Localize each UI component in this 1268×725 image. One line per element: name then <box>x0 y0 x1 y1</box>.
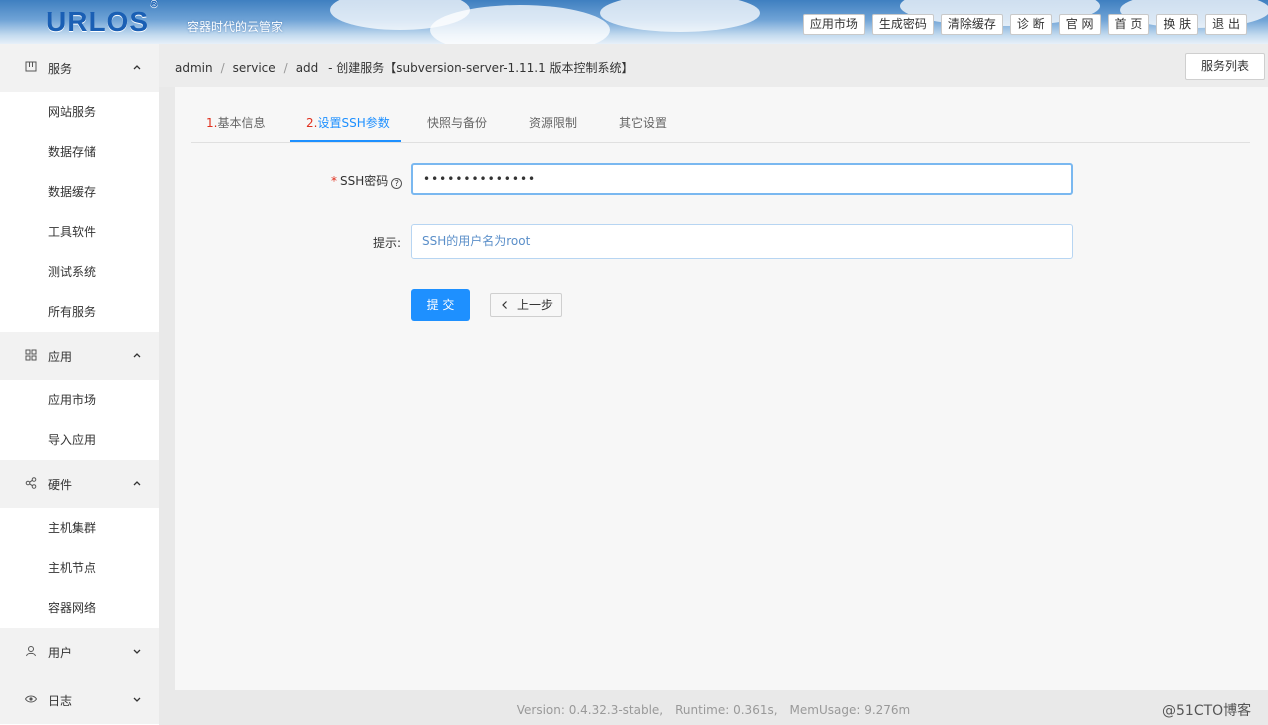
tab-snapshot-backup[interactable]: 快照与备份 <box>427 114 487 131</box>
header-toolbar: 应用市场 生成密码 清除缓存 诊 断 官 网 首 页 换 肤 退 出 <box>796 14 1247 35</box>
help-icon[interactable]: ? <box>391 178 403 189</box>
footer: Version: 0.4.32.3-stable, Runtime: 0.361s… <box>159 703 1268 717</box>
sidebar-group-label: 服务 <box>48 62 73 76</box>
previous-step-label: 上一步 <box>517 298 554 312</box>
tab-ssh-settings[interactable]: 2.设置SSH参数 <box>306 114 390 131</box>
chevron-up-icon <box>133 353 141 358</box>
app-logo[interactable]: URLOS® <box>46 0 158 38</box>
breadcrumb-separator: / <box>220 61 225 75</box>
hint-label: 提示: <box>373 236 402 250</box>
change-skin-button[interactable]: 换 肤 <box>1156 14 1199 35</box>
apps-icon <box>25 349 37 361</box>
chevron-up-icon <box>133 481 141 486</box>
submit-button[interactable]: 提 交 <box>411 289 470 321</box>
sidebar-item-data-cache[interactable]: 数据缓存 <box>0 172 159 212</box>
sidebar-item-container-network[interactable]: 容器网络 <box>0 588 159 628</box>
tab-label: 设置SSH参数 <box>317 116 390 130</box>
logout-button[interactable]: 退 出 <box>1205 14 1247 35</box>
tab-step-number: 1. <box>206 116 218 130</box>
chevron-left-icon <box>502 301 507 309</box>
footer-runtime: Runtime: 0.361s, <box>675 703 778 717</box>
main-panel: 1.基本信息 2.设置SSH参数 快照与备份 资源限制 其它设置 * SSH密码?… <box>175 87 1268 690</box>
ssh-password-input[interactable]: •••••••••••••• <box>411 163 1073 195</box>
chevron-down-icon <box>133 697 141 702</box>
chevron-down-icon <box>133 649 141 654</box>
service-list-button[interactable]: 服务列表 <box>1185 53 1265 80</box>
sidebar-item-all-services[interactable]: 所有服务 <box>0 292 159 332</box>
ssh-password-label-text: SSH密码 <box>340 174 389 188</box>
tab-resource-limits[interactable]: 资源限制 <box>529 114 577 131</box>
cloud-decoration <box>600 0 760 32</box>
breadcrumb-item-service[interactable]: service <box>233 61 276 75</box>
footer-memusage: MemUsage: 9.276m <box>789 703 911 717</box>
tab-step-number: 2. <box>306 116 318 130</box>
app-market-button[interactable]: 应用市场 <box>802 14 865 35</box>
sidebar-group-label: 应用 <box>48 350 73 364</box>
sidebar: 服务 网站服务 数据存储 数据缓存 工具软件 测试系统 所有服务 应用 应用市场… <box>0 44 159 725</box>
clear-cache-button[interactable]: 清除缓存 <box>940 14 1003 35</box>
ssh-password-label: * SSH密码? <box>331 172 403 189</box>
user-icon <box>26 646 36 657</box>
sidebar-item-test-system[interactable]: 测试系统 <box>0 252 159 292</box>
sidebar-item-data-storage[interactable]: 数据存储 <box>0 132 159 172</box>
grid-icon <box>25 61 37 72</box>
sidebar-group-logs[interactable]: 日志 <box>0 676 159 724</box>
eye-icon <box>25 695 37 703</box>
page-title: - 创建服务【subversion-server-1.11.1 版本控制系统】 <box>328 61 634 75</box>
sidebar-group-label: 用户 <box>48 646 73 660</box>
diagnose-button[interactable]: 诊 断 <box>1009 14 1052 35</box>
hint-field: SSH的用户名为root <box>411 224 1073 259</box>
sidebar-item-app-market[interactable]: 应用市场 <box>0 380 159 420</box>
required-mark: * <box>331 174 337 188</box>
step-tabs: 1.基本信息 2.设置SSH参数 快照与备份 资源限制 其它设置 <box>191 87 1250 143</box>
sidebar-item-tool-software[interactable]: 工具软件 <box>0 212 159 252</box>
sidebar-item-website-service[interactable]: 网站服务 <box>0 92 159 132</box>
official-site-button[interactable]: 官 网 <box>1058 14 1101 35</box>
share-icon <box>25 477 37 489</box>
breadcrumb-bar: admin / service / add - 创建服务【subversion-serv… <box>159 44 1268 87</box>
chevron-up-icon <box>133 65 141 70</box>
sidebar-item-host-cluster[interactable]: 主机集群 <box>0 508 159 548</box>
breadcrumb: admin / service / add - 创建服务【subversion-serv… <box>175 59 634 76</box>
sidebar-item-host-node[interactable]: 主机节点 <box>0 548 159 588</box>
sidebar-group-services[interactable]: 服务 <box>0 44 159 92</box>
generate-password-button[interactable]: 生成密码 <box>871 14 934 35</box>
sidebar-item-import-app[interactable]: 导入应用 <box>0 420 159 460</box>
tab-basic-info[interactable]: 1.基本信息 <box>206 114 265 131</box>
tab-other-settings[interactable]: 其它设置 <box>619 114 667 131</box>
watermark: @51CTO博客 <box>1162 703 1252 719</box>
app-header: URLOS® 容器时代的云管家 应用市场 生成密码 清除缓存 诊 断 官 网 首… <box>0 0 1268 44</box>
sidebar-group-apps[interactable]: 应用 <box>0 332 159 380</box>
sidebar-group-label: 硬件 <box>48 478 73 492</box>
breadcrumb-separator: / <box>283 61 288 75</box>
sidebar-group-label: 日志 <box>48 694 73 708</box>
sidebar-group-users[interactable]: 用户 <box>0 628 159 676</box>
previous-step-button[interactable]: 上一步 <box>490 293 562 317</box>
app-slogan: 容器时代的云管家 <box>187 20 284 34</box>
breadcrumb-item-add: add <box>295 61 319 75</box>
sidebar-group-hardware[interactable]: 硬件 <box>0 460 159 508</box>
footer-version: Version: 0.4.32.3-stable, <box>516 703 664 717</box>
active-tab-indicator <box>290 140 401 142</box>
breadcrumb-item-admin[interactable]: admin <box>175 61 213 75</box>
tab-label: 基本信息 <box>217 116 266 130</box>
home-button[interactable]: 首 页 <box>1107 14 1150 35</box>
